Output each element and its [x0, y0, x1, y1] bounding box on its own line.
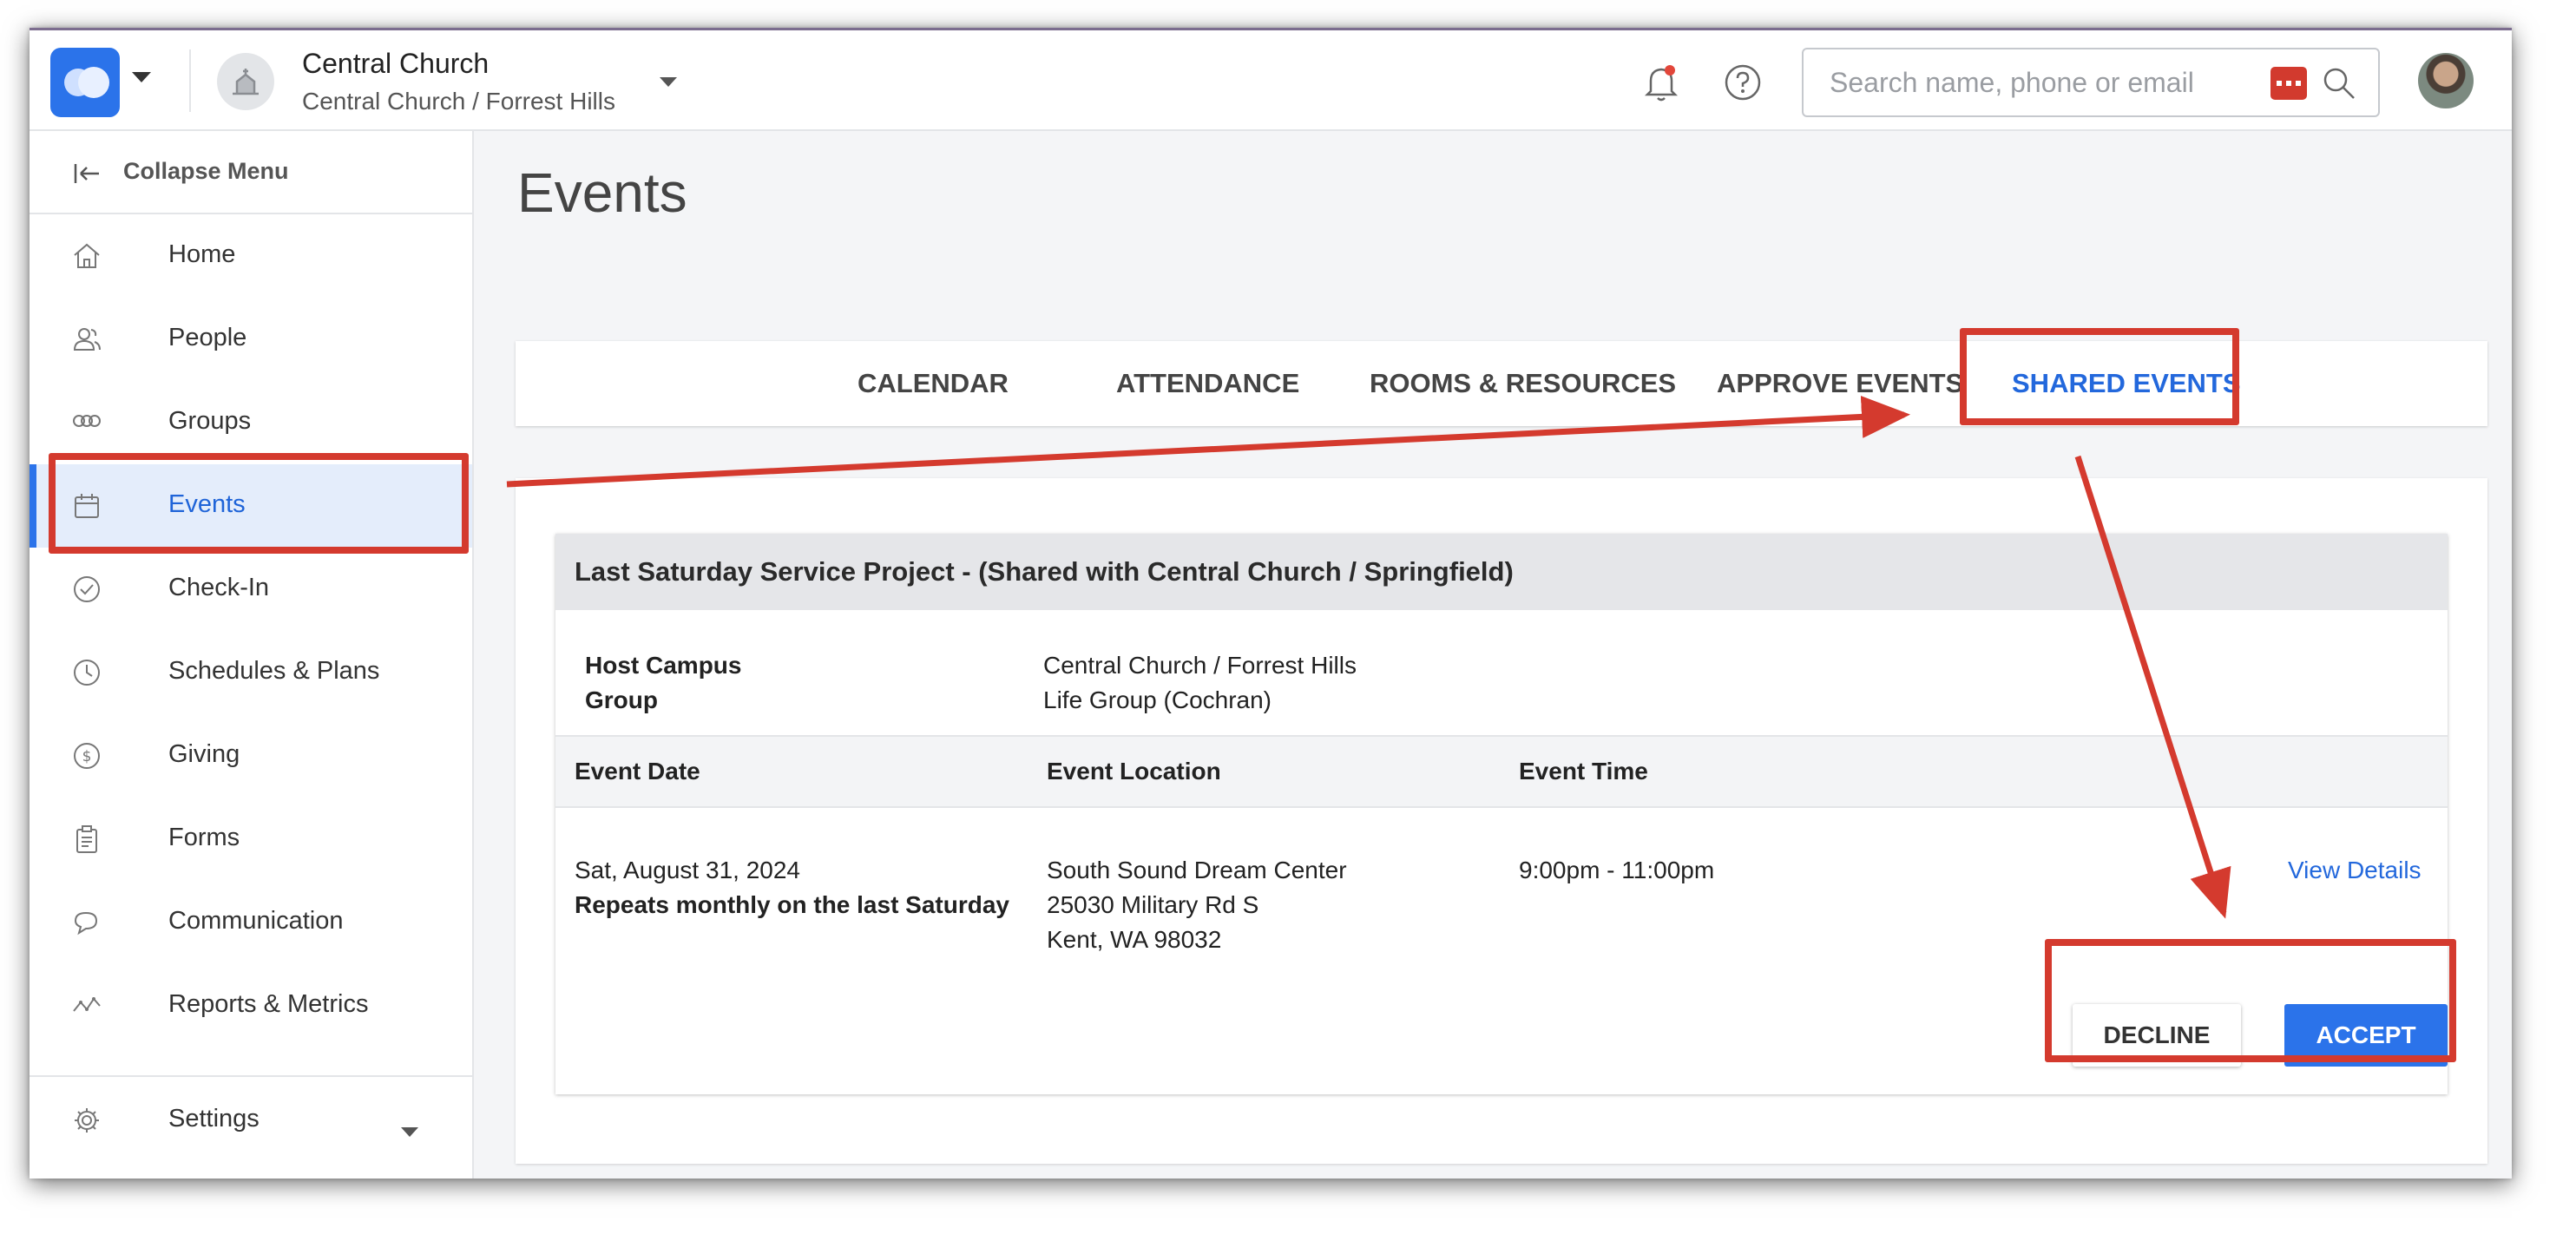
- sidebar-item-giving[interactable]: $ Giving: [30, 714, 472, 798]
- sidebar-item-label: Check-In: [168, 574, 270, 601]
- annotation-highlight-shared-events: [1960, 328, 2239, 425]
- view-details-link[interactable]: View Details: [2288, 857, 2422, 884]
- page-title: Events: [517, 161, 687, 224]
- sidebar-item-label: Groups: [168, 407, 252, 435]
- tab-approve-events[interactable]: APPROVE EVENTS: [1717, 341, 1963, 426]
- tab-attendance[interactable]: ATTENDANCE: [1116, 341, 1299, 426]
- groups-icon: [73, 415, 101, 427]
- sidebar-item-check-in[interactable]: Check-In: [30, 548, 472, 631]
- top-bar: Central Church Central Church / Forrest …: [30, 30, 2512, 131]
- sidebar-item-label: Schedules & Plans: [168, 657, 380, 685]
- sidebar-item-people[interactable]: People: [30, 298, 472, 381]
- annotation-highlight-actions: [2045, 939, 2456, 1062]
- sidebar-item-reports[interactable]: Reports & Metrics: [30, 964, 472, 1047]
- sidebar-item-schedules[interactable]: Schedules & Plans: [30, 631, 472, 714]
- people-icon: [73, 328, 101, 351]
- tab-calendar[interactable]: CALENDAR: [858, 341, 1009, 426]
- group-label: Group: [585, 686, 658, 713]
- sidebar-item-label: Giving: [168, 740, 240, 768]
- sidebar-item-label: Forms: [168, 824, 240, 851]
- gear-icon: [75, 1108, 99, 1133]
- notifications-bell-icon[interactable]: [1642, 62, 1680, 103]
- tab-rooms-resources[interactable]: ROOMS & RESOURCES: [1370, 341, 1676, 426]
- global-search: [1802, 48, 2380, 117]
- church-icon: [217, 53, 274, 110]
- church-name[interactable]: Central Church: [302, 48, 489, 80]
- app-switcher-chevron-down-icon[interactable]: [132, 72, 151, 82]
- column-event-time: Event Time: [1519, 758, 1648, 785]
- sidebar-item-label: Settings: [168, 1105, 260, 1133]
- settings-chevron-down-icon[interactable]: [401, 1127, 418, 1137]
- chat-bubbles-icon: [74, 911, 98, 936]
- sidebar-item-communication[interactable]: Communication: [30, 881, 472, 964]
- shared-event-header: Last Saturday Service Project - (Shared …: [555, 534, 2448, 610]
- sidebar-item-label: Home: [168, 240, 236, 268]
- event-time: 9:00pm - 11:00pm: [1519, 857, 1715, 883]
- collapse-menu-label: Collapse Menu: [123, 158, 289, 184]
- event-columns-header: Event Date Event Location Event Time: [555, 737, 2448, 808]
- sidebar-divider: [30, 1075, 472, 1077]
- sidebar-item-label: Reports & Metrics: [168, 990, 369, 1018]
- shared-event-title: Last Saturday Service Project - (Shared …: [575, 556, 1514, 587]
- sidebar-item-forms[interactable]: Forms: [30, 798, 472, 881]
- event-date: Sat, August 31, 2024: [575, 857, 800, 883]
- sidebar-item-groups[interactable]: Groups: [30, 381, 472, 464]
- campus-path[interactable]: Central Church / Forrest Hills: [302, 88, 615, 115]
- home-icon: [74, 243, 100, 268]
- event-recurrence: Repeats monthly on the last Saturday: [575, 891, 1009, 918]
- help-question-icon[interactable]: [1724, 63, 1762, 102]
- search-icon[interactable]: [2321, 65, 2357, 102]
- sidebar-item-home[interactable]: Home: [30, 214, 472, 298]
- annotation-highlight-events: [49, 453, 469, 554]
- check-circle-icon: [74, 576, 100, 602]
- search-input[interactable]: [1830, 63, 2264, 102]
- clipboard-icon: [76, 825, 97, 853]
- app-logo[interactable]: [50, 48, 120, 117]
- dollar-circle-icon: $: [74, 743, 100, 769]
- line-chart-icon: [73, 997, 101, 1012]
- event-location-line: 25030 Military Rd S: [1047, 891, 1259, 918]
- sidebar-item-settings[interactable]: Settings: [30, 1079, 472, 1162]
- event-location-line: South Sound Dream Center: [1047, 857, 1347, 883]
- host-campus-label: Host Campus: [585, 652, 742, 679]
- password-manager-icon[interactable]: [2270, 67, 2307, 100]
- header-divider: [189, 49, 191, 112]
- svg-text:$: $: [82, 748, 92, 765]
- user-avatar[interactable]: [2418, 53, 2474, 108]
- event-location-line: Kent, WA 98032: [1047, 926, 1222, 953]
- group-value: Life Group (Cochran): [1043, 686, 1272, 713]
- clock-icon: [74, 660, 100, 686]
- collapse-menu-button[interactable]: Collapse Menu: [30, 131, 472, 214]
- host-campus-value: Central Church / Forrest Hills: [1043, 652, 1357, 679]
- column-event-location: Event Location: [1047, 758, 1221, 785]
- active-indicator: [30, 464, 36, 548]
- collapse-arrow-icon: [74, 164, 99, 183]
- sidebar-item-label: Communication: [168, 907, 344, 935]
- sidebar: Collapse Menu Home People Groups Events …: [30, 131, 474, 1179]
- column-event-date: Event Date: [575, 758, 700, 785]
- sidebar-item-label: People: [168, 324, 247, 351]
- org-switcher-chevron-down-icon[interactable]: [660, 77, 677, 87]
